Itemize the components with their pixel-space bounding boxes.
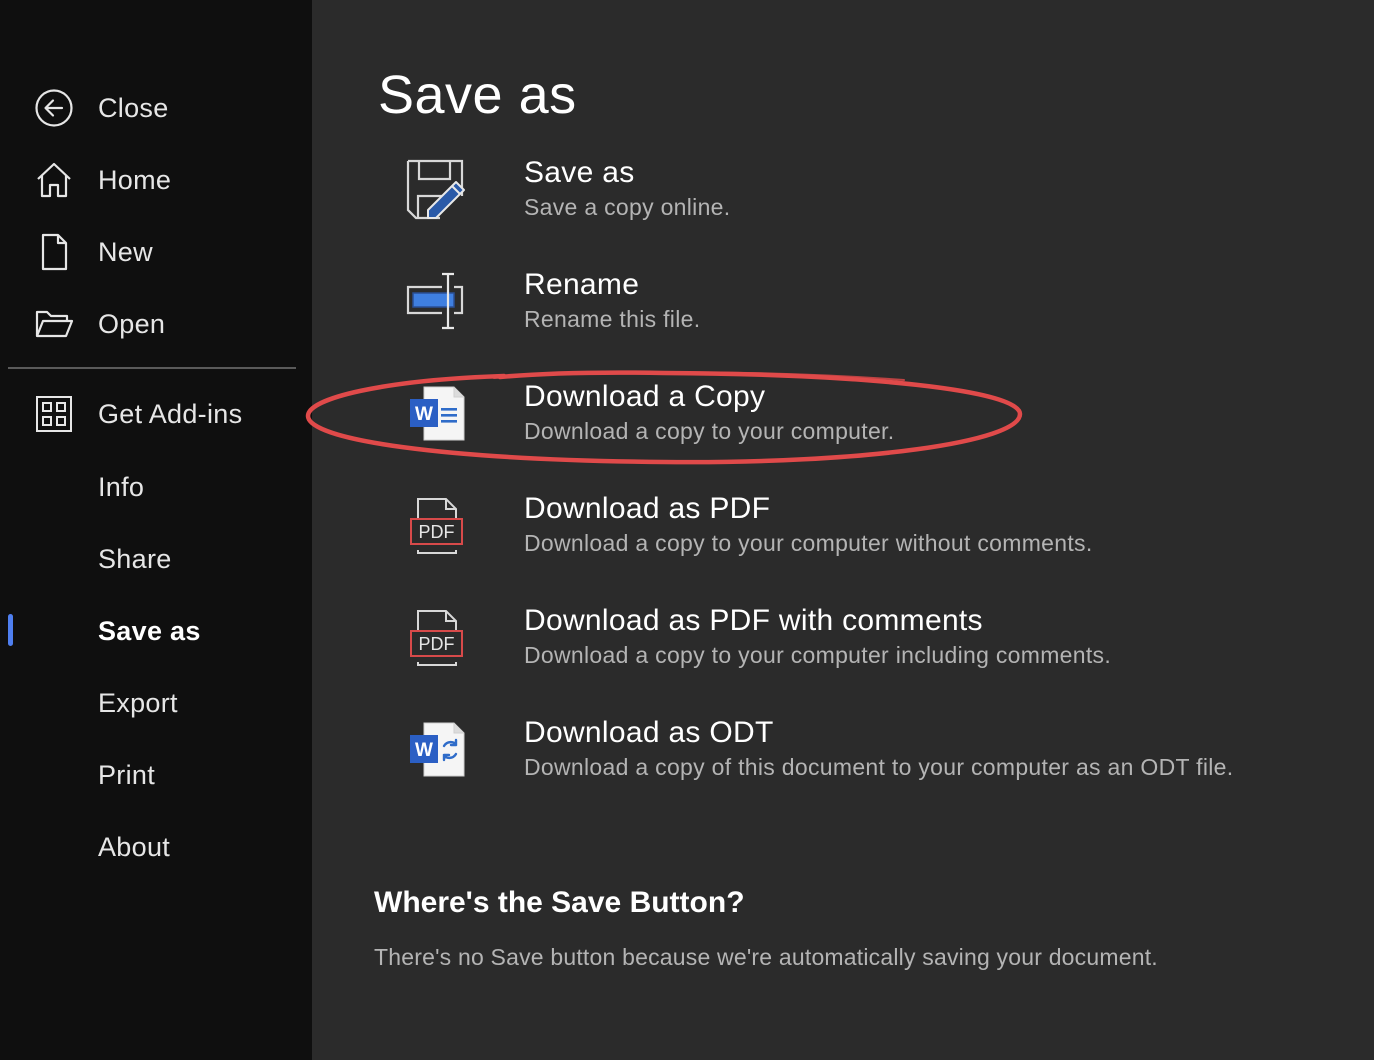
- svg-text:PDF: PDF: [419, 634, 455, 654]
- nav-close-label: Close: [98, 92, 169, 123]
- rename-icon: [404, 270, 468, 334]
- option-description: Rename this file.: [524, 306, 701, 332]
- highlight-ellipse: [305, 370, 1023, 465]
- nav-save-as[interactable]: Save as: [0, 603, 312, 659]
- nav-print-label: Print: [98, 759, 156, 790]
- note-title: Where's the Save Button?: [374, 886, 745, 919]
- nav-close[interactable]: Close: [0, 80, 312, 136]
- option-title: Save as: [524, 156, 635, 189]
- option-title: Rename: [524, 268, 640, 301]
- nav-home-label: Home: [98, 164, 172, 195]
- save-as-edit-icon: [404, 158, 468, 222]
- word-odt-icon: W: [404, 718, 468, 782]
- nav-open[interactable]: Open: [0, 296, 312, 352]
- note-text: There's no Save button because we're aut…: [374, 944, 1158, 970]
- nav-save-as-label: Save as: [98, 615, 201, 646]
- nav-export-label: Export: [98, 687, 178, 718]
- add-ins-grid-icon: [32, 392, 76, 436]
- nav-new-label: New: [98, 236, 153, 267]
- nav-share-label: Share: [98, 543, 172, 574]
- backstage-sidebar: Close Home New Open Get Add-ins Info Sha…: [0, 0, 312, 1060]
- nav-about-label: About: [98, 831, 171, 862]
- option-description: Save a copy online.: [524, 194, 731, 220]
- nav-export[interactable]: Export: [0, 675, 312, 731]
- nav-open-label: Open: [98, 308, 166, 339]
- svg-text:W: W: [415, 740, 433, 761]
- new-document-icon: [32, 230, 76, 274]
- svg-text:PDF: PDF: [419, 522, 455, 542]
- folder-open-icon: [32, 302, 76, 346]
- nav-info[interactable]: Info: [0, 459, 312, 515]
- back-arrow-icon: [32, 86, 76, 130]
- download-odt-option[interactable]: W Download as ODT Download a copy of thi…: [392, 716, 1272, 800]
- option-description: Download a copy to your computer without…: [524, 530, 1093, 556]
- nav-new[interactable]: New: [0, 224, 312, 280]
- save-as-option[interactable]: Save as Save a copy online.: [392, 156, 1272, 240]
- nav-print[interactable]: Print: [0, 747, 312, 803]
- option-description: Download a copy to your computer includi…: [524, 642, 1112, 668]
- sidebar-divider: [8, 367, 296, 369]
- pdf-comments-icon: PDF: [404, 606, 468, 670]
- nav-info-label: Info: [98, 471, 145, 502]
- download-pdf-option[interactable]: PDF Download as PDF Download a copy to y…: [392, 492, 1272, 576]
- download-pdf-comments-option[interactable]: PDF Download as PDF with comments Downlo…: [392, 604, 1272, 688]
- nav-about[interactable]: About: [0, 819, 312, 875]
- nav-get-add-ins[interactable]: Get Add-ins: [0, 386, 312, 442]
- rename-option[interactable]: Rename Rename this file.: [392, 268, 1272, 352]
- pdf-icon: PDF: [404, 494, 468, 558]
- option-title: Download as ODT: [524, 716, 774, 749]
- page-title: Save as: [378, 65, 577, 125]
- save-as-panel: Save as Save as Save a copy online. Rena…: [305, 0, 1374, 1060]
- option-description: Download a copy of this document to your…: [524, 754, 1234, 780]
- option-title: Download as PDF: [524, 492, 771, 525]
- home-icon: [32, 158, 76, 202]
- option-title: Download as PDF with comments: [524, 604, 983, 637]
- nav-home[interactable]: Home: [0, 152, 312, 208]
- nav-get-add-ins-label: Get Add-ins: [98, 398, 243, 429]
- nav-share[interactable]: Share: [0, 531, 312, 587]
